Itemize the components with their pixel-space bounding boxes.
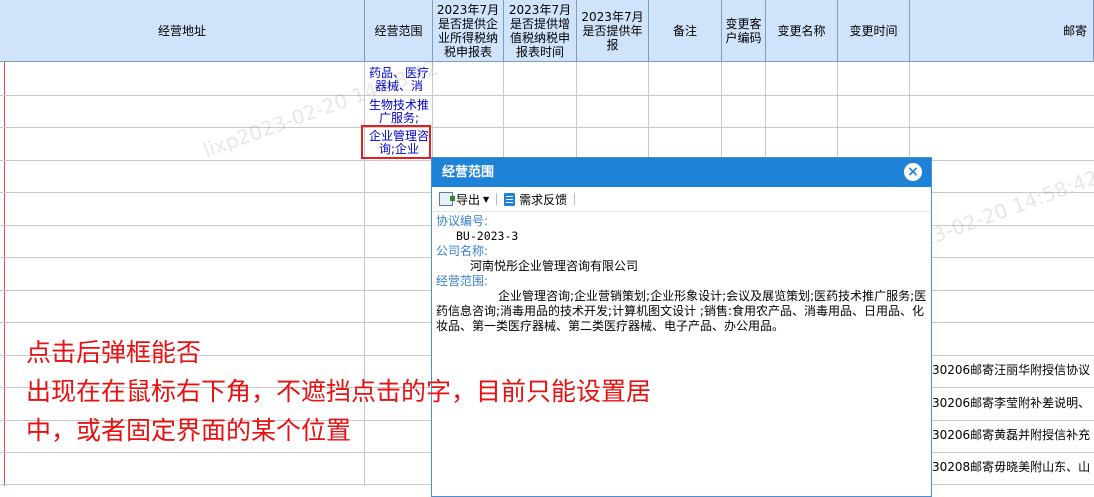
scope-cell-link[interactable]: 药品、医疗 器械、消 [365, 67, 433, 93]
header-income-tax[interactable]: 2023年7月 是否提供企 业所得税纳 税申报表 [433, 0, 504, 62]
dialog-body: 协议编号: BU-2023-3 公司名称: 河南悦彤企业管理咨询有限公司 经营范… [432, 212, 931, 336]
export-icon [439, 192, 455, 206]
scope-label: 经营范围: [436, 274, 489, 288]
header-annual[interactable]: 2023年7月 是否提供年 报 [577, 0, 649, 62]
header-change-time[interactable]: 变更时间 [838, 0, 910, 62]
header-scope[interactable]: 经营范围 [365, 0, 433, 62]
feedback-button[interactable]: 需求反馈 [500, 191, 571, 208]
company-value: 河南悦彤企业管理咨询有限公司 [470, 259, 639, 273]
chevron-down-icon: ▼ [483, 194, 490, 204]
header-address[interactable]: 经营地址 [0, 0, 365, 62]
header-income-tax-label: 2023年7月 是否提供企 业所得税纳 税申报表 [436, 2, 500, 59]
header-change-code-label: 变更客 户编码 [725, 16, 762, 45]
header-mail[interactable]: 邮寄 [910, 0, 1094, 62]
dialog-toolbar: 导出 ▼ 需求反馈 [432, 187, 931, 212]
grid-line [0, 95, 1094, 96]
mail-cell[interactable]: 30208邮寄毋晓美附山东、山 [932, 458, 1090, 475]
contract-label: 协议编号: [436, 214, 489, 228]
mail-cell[interactable]: 30206邮寄汪丽华附授信协议 [932, 361, 1090, 378]
clipboard-icon [504, 192, 516, 206]
header-remark-label: 备注 [672, 23, 697, 38]
scope-value: 企业管理咨询;企业营销策划;企业形象设计;会议及展览策划;医药技术推广服务;医药… [436, 289, 927, 333]
header-remark[interactable]: 备注 [649, 0, 722, 62]
header-change-code[interactable]: 变更客 户编码 [722, 0, 766, 62]
toolbar-divider [496, 193, 498, 205]
close-icon[interactable]: × [904, 163, 922, 181]
mail-cell[interactable]: 30206邮寄李莹附补差说明、 [932, 394, 1090, 411]
scope-cell-link[interactable]: 生物技术推 广服务; [365, 99, 433, 125]
contract-value: BU-2023-3 [456, 229, 519, 243]
feedback-label: 需求反馈 [519, 192, 568, 207]
scope-dialog: 经营范围 × 导出 ▼ 需求反馈 协议编号: BU-2023-3 公司名称: 河… [431, 157, 932, 497]
export-label: 导出 [456, 192, 481, 207]
mail-cell[interactable]: 30206邮寄黄磊并附授信补充 [932, 426, 1090, 443]
grid-line [0, 127, 1094, 128]
header-vat[interactable]: 2023年7月 是否提供增 值税纳税申 报表时间 [504, 0, 577, 62]
header-change-name-label: 变更名称 [777, 23, 826, 38]
dialog-title-bar[interactable]: 经营范围 × [432, 158, 931, 187]
header-change-name[interactable]: 变更名称 [766, 0, 838, 62]
selected-cell-highlight [361, 125, 431, 159]
export-button[interactable]: 导出 ▼ [435, 191, 493, 208]
header-address-label: 经营地址 [157, 23, 206, 38]
annotation-line: 中，或者固定界面的某个位置 [26, 416, 352, 445]
header-vat-label: 2023年7月 是否提供增 值税纳税申 报表时间 [508, 2, 572, 59]
annotation-line: 出现在在鼠标右下角，不遮挡点击的字，目前只能设置居 [26, 377, 652, 406]
grid-left-edge [4, 62, 5, 486]
header-change-time-label: 变更时间 [849, 23, 898, 38]
dialog-title: 经营范围 [442, 165, 495, 180]
company-label: 公司名称: [436, 244, 489, 258]
header-mail-label: 邮寄 [1062, 23, 1087, 38]
header-scope-label: 经营范围 [374, 23, 423, 38]
header-annual-label: 2023年7月 是否提供年 报 [581, 9, 644, 52]
annotation-line: 点击后弹框能否 [26, 338, 202, 367]
toolbar-divider [574, 193, 576, 205]
